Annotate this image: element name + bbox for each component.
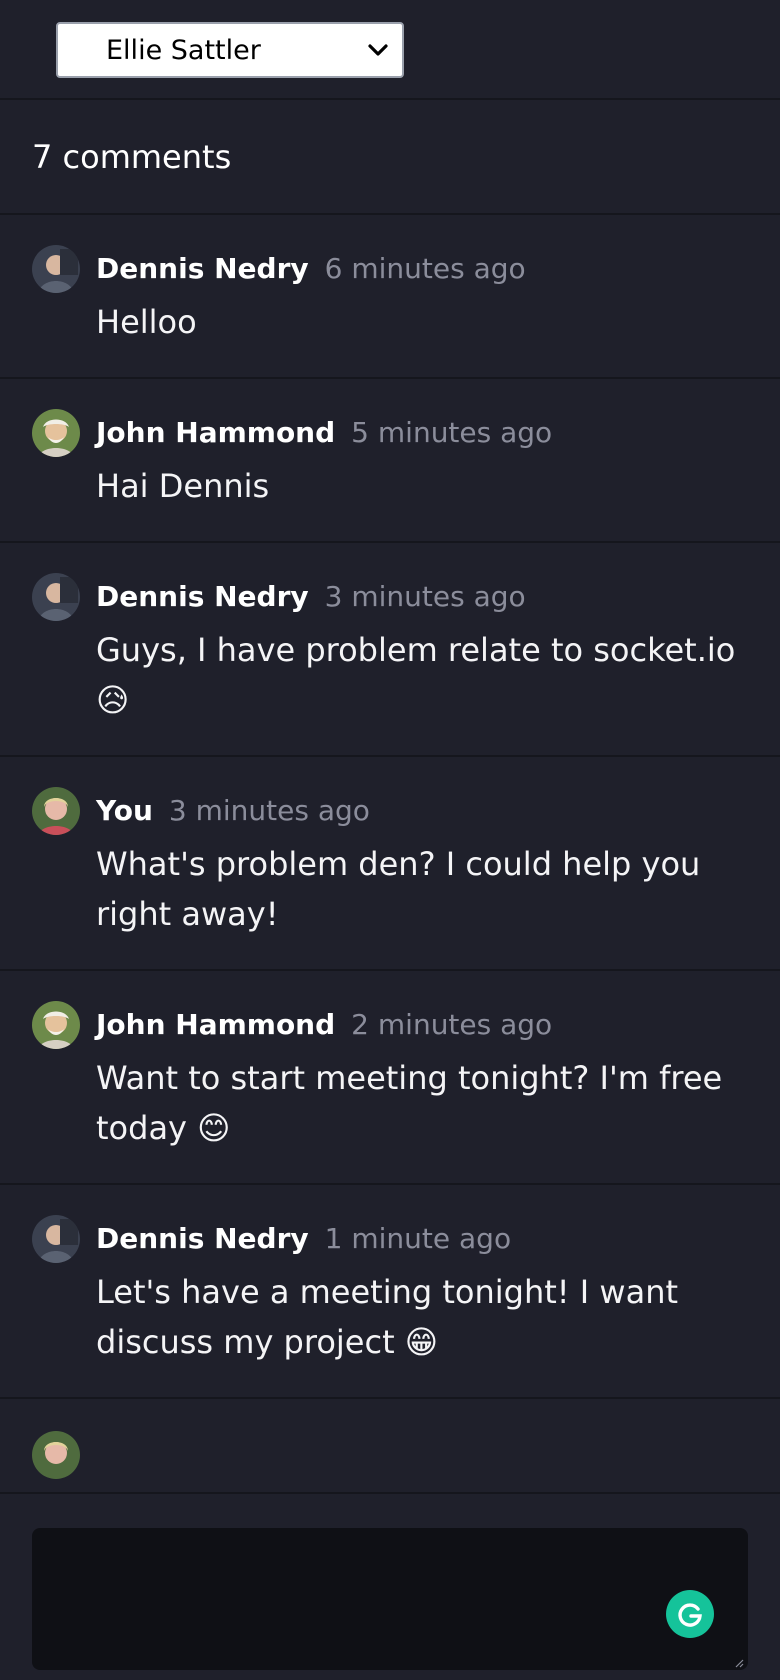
composer-bar (0, 1492, 780, 1680)
comment-time: 2 minutes ago (351, 1008, 553, 1041)
resize-handle-icon[interactable] (734, 1658, 744, 1668)
avatar[interactable] (32, 573, 80, 621)
comment-time: 6 minutes ago (324, 252, 526, 285)
comment-time: 3 minutes ago (168, 794, 370, 827)
grammarly-icon[interactable] (666, 1590, 714, 1638)
comment-author: John Hammond (96, 416, 336, 449)
comment-item: John Hammond 5 minutes ago Hai Dennis (0, 379, 780, 543)
avatar[interactable] (32, 1001, 80, 1049)
comment-item: Dennis Nedry 3 minutes ago Guys, I have … (0, 543, 780, 757)
comment-author: You (96, 794, 153, 827)
comment-text: What's problem den? I could help you rig… (96, 845, 701, 933)
comment-text: Helloo (96, 303, 197, 341)
user-select[interactable]: Ellie Sattler (56, 22, 404, 78)
comments-list: Dennis Nedry 6 minutes ago Helloo John H… (0, 215, 780, 1492)
comment-author: Dennis Nedry (96, 1222, 309, 1255)
comment-item-partial (0, 1399, 780, 1479)
user-select-value: Ellie Sattler (106, 34, 261, 66)
avatar[interactable] (32, 1431, 80, 1479)
comment-item: John Hammond 2 minutes ago Want to start… (0, 971, 780, 1185)
comment-time: 1 minute ago (324, 1222, 512, 1255)
avatar[interactable] (32, 787, 80, 835)
comments-count-label: 7 comments (32, 137, 232, 176)
avatar[interactable] (32, 409, 80, 457)
comment-author: Dennis Nedry (96, 580, 309, 613)
comment-item: You 3 minutes ago What's problem den? I … (0, 757, 780, 971)
comment-item: Dennis Nedry 1 minute ago Let's have a m… (0, 1185, 780, 1399)
avatar[interactable] (32, 245, 80, 293)
comment-author: Dennis Nedry (96, 252, 309, 285)
comment-item: Dennis Nedry 6 minutes ago Helloo (0, 215, 780, 379)
comment-text: Guys, I have problem relate to socket.io… (96, 631, 736, 719)
comment-time: 3 minutes ago (324, 580, 526, 613)
chevron-down-icon (368, 44, 388, 56)
comment-text: Want to start meeting tonight? I'm free … (96, 1059, 723, 1147)
comment-text: Hai Dennis (96, 467, 270, 505)
comment-author: John Hammond (96, 1008, 336, 1041)
comment-text: Let's have a meeting tonight! I want dis… (96, 1273, 679, 1361)
top-bar: Ellie Sattler (0, 0, 780, 100)
avatar[interactable] (32, 1215, 80, 1263)
comment-input[interactable] (32, 1528, 748, 1670)
comment-time: 5 minutes ago (351, 416, 553, 449)
comments-count: 7 comments (0, 100, 780, 215)
